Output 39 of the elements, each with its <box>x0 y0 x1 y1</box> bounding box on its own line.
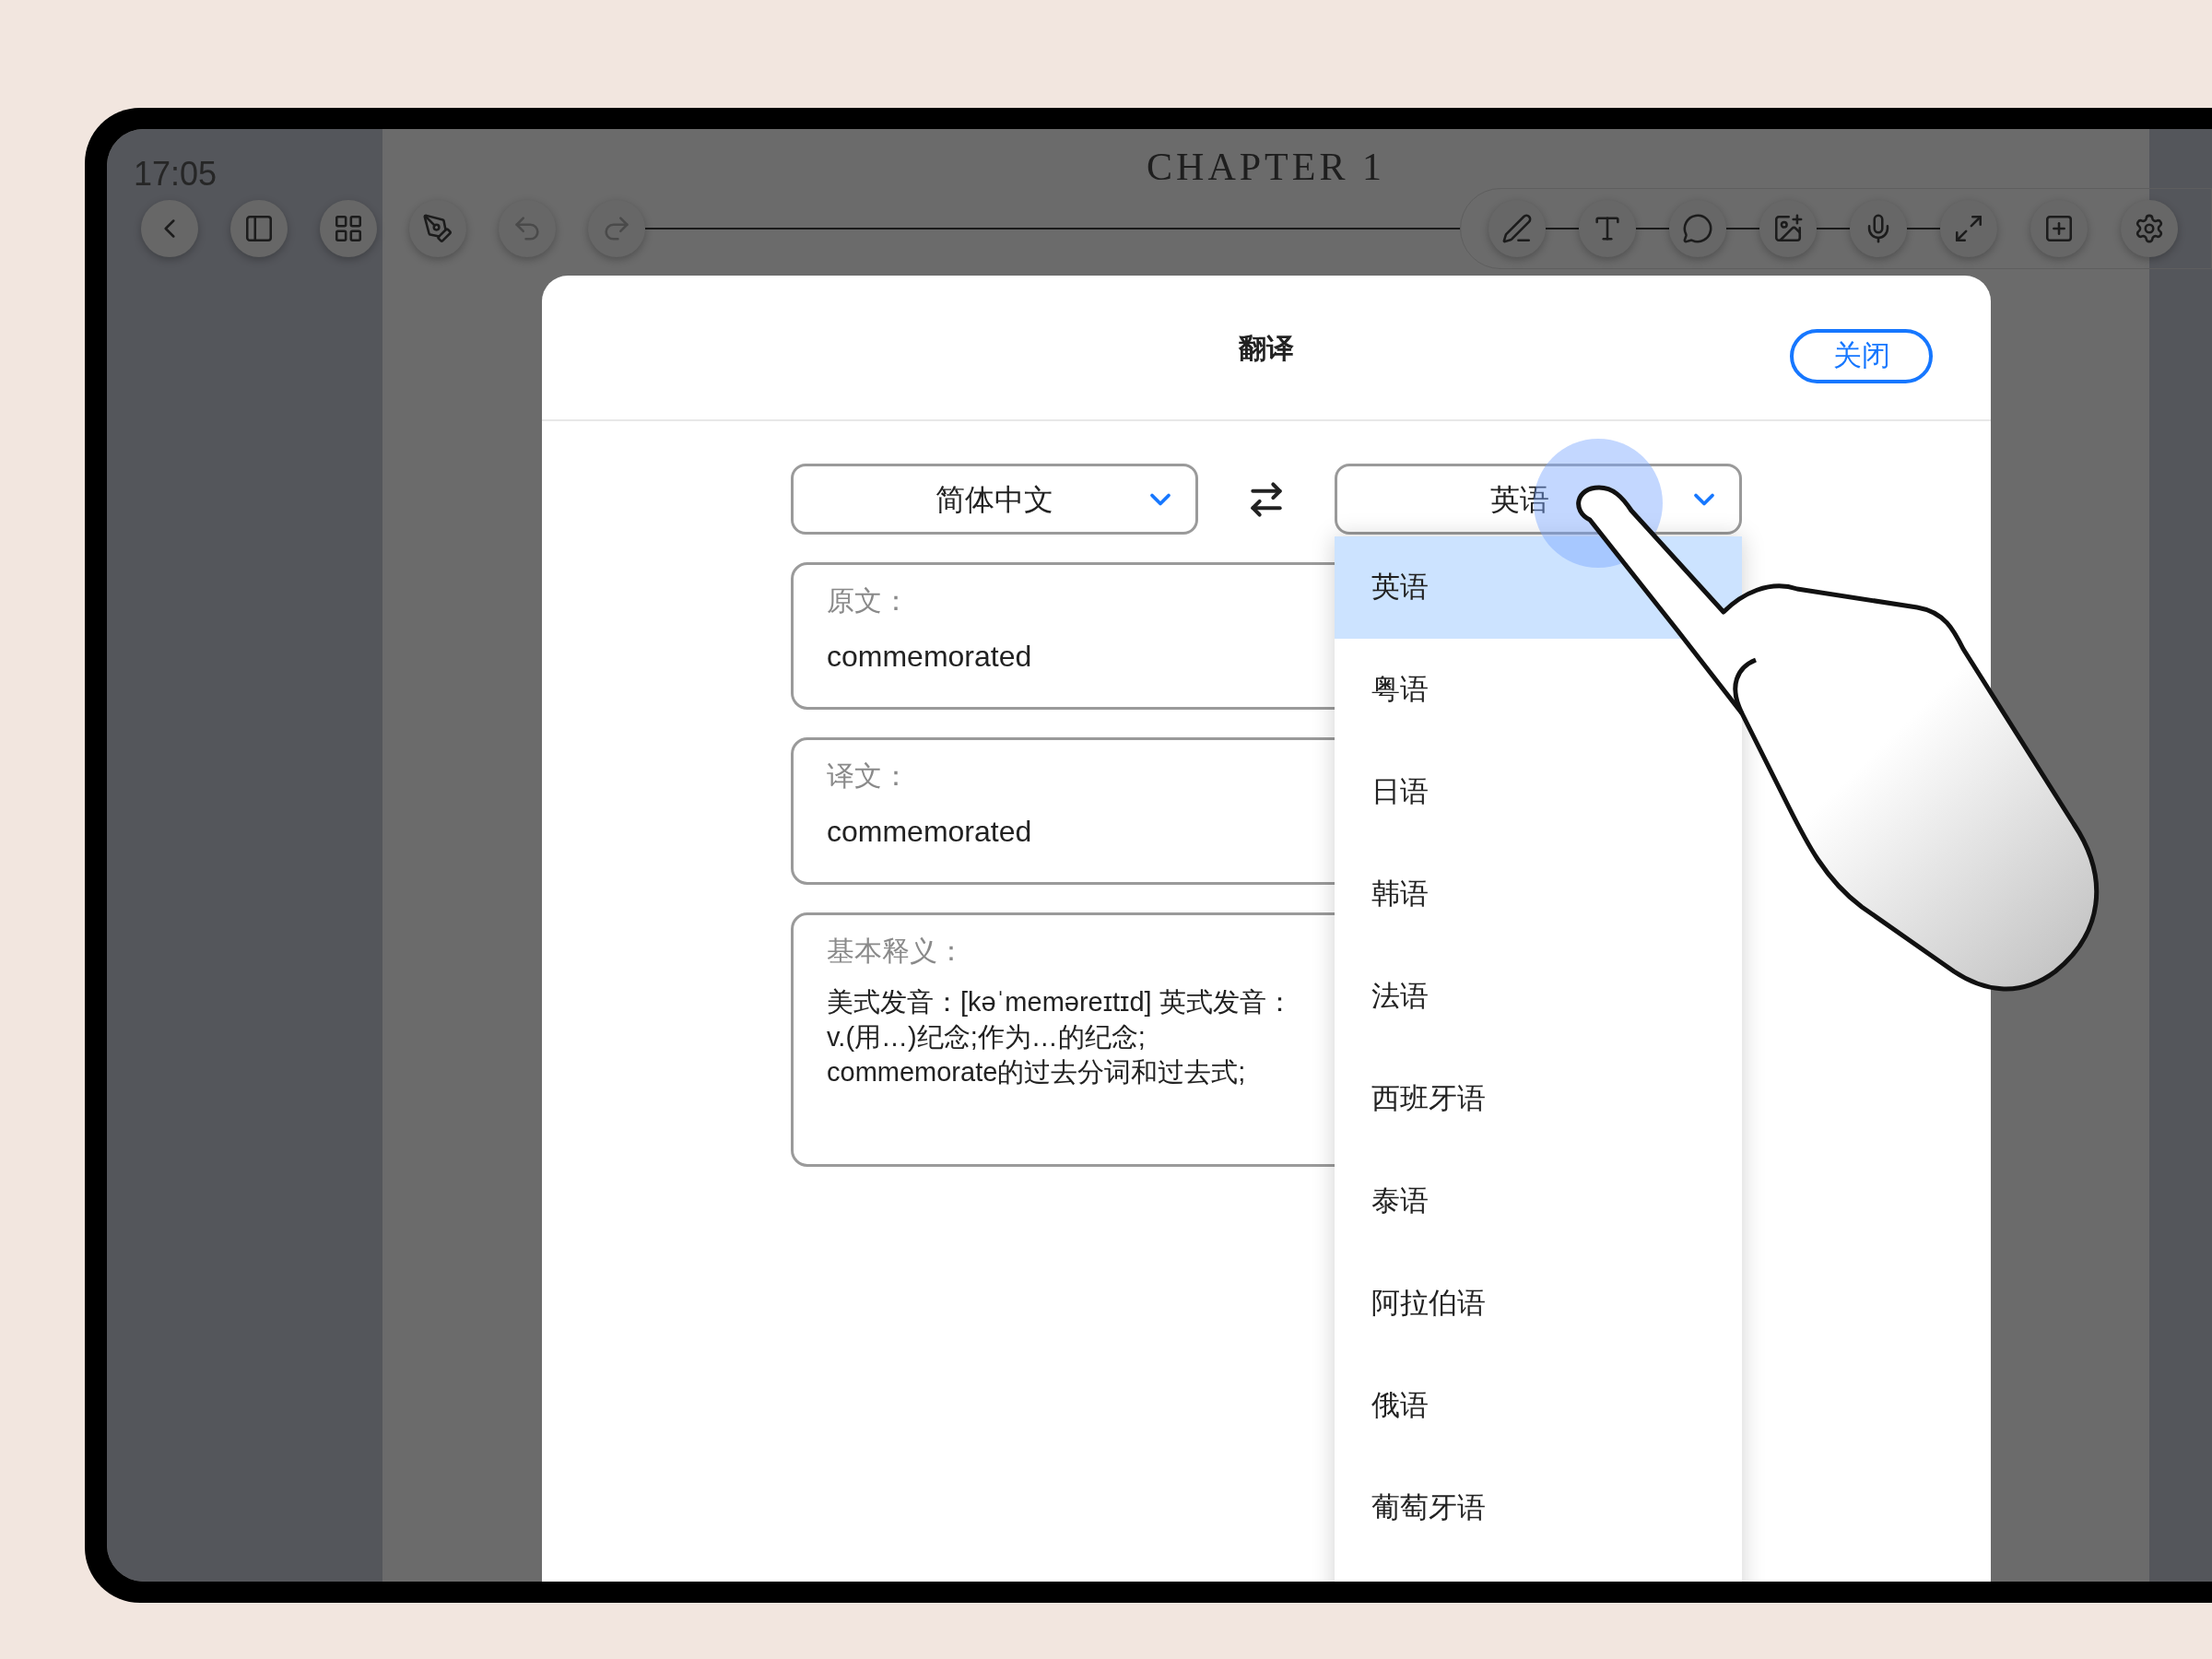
settings-icon <box>2134 213 2165 244</box>
microphone-button[interactable] <box>1850 200 1907 257</box>
add-image-button[interactable] <box>1759 200 1817 257</box>
language-option[interactable]: 阿拉伯语 <box>1335 1253 1742 1355</box>
language-option[interactable]: 俄语 <box>1335 1355 1742 1457</box>
image-plus-icon <box>1772 213 1804 244</box>
expand-icon <box>1953 213 1984 244</box>
language-option[interactable]: 泰语 <box>1335 1150 1742 1253</box>
language-option[interactable]: 法语 <box>1335 946 1742 1048</box>
add-page-button[interactable] <box>2030 200 2088 257</box>
pen-nib-icon <box>422 213 453 244</box>
pen-nib-button[interactable] <box>409 200 466 257</box>
settings-button[interactable] <box>2121 200 2178 257</box>
comment-button[interactable] <box>1669 200 1726 257</box>
dialog-title: 翻译 <box>1239 331 1294 365</box>
add-page-icon <box>2043 213 2075 244</box>
close-button[interactable]: 关闭 <box>1790 329 1933 383</box>
definition-line: v.(用…)纪念;作为…的纪念; <box>827 1021 1146 1053</box>
section-text: commemorated <box>827 639 1032 675</box>
language-option[interactable]: 韩语 <box>1335 843 1742 946</box>
section-text: commemorated <box>827 814 1032 850</box>
language-option[interactable]: 粤语 <box>1335 639 1742 741</box>
text-box-button[interactable] <box>1579 200 1636 257</box>
source-language-select[interactable]: 简体中文 <box>791 464 1198 535</box>
panel-icon <box>243 213 275 244</box>
definition-line: commemorate的过去分词和过去式; <box>827 1056 1246 1088</box>
section-label: 原文： <box>827 584 910 618</box>
section-label: 基本释义： <box>827 935 965 968</box>
pen-icon <box>1501 213 1533 244</box>
chat-bubble-icon <box>1682 213 1713 244</box>
section-label: 译文： <box>827 759 910 793</box>
language-option[interactable]: 日语 <box>1335 741 1742 843</box>
language-option[interactable]: 葡萄牙语 <box>1335 1457 1742 1559</box>
language-option[interactable]: 西班牙语 <box>1335 1048 1742 1150</box>
chapter-title: CHAPTER 1 <box>1146 145 1386 190</box>
grid-icon <box>333 213 364 244</box>
definition-line: 美式发音：[kəˈmeməreɪtɪd] 英式发音： <box>827 986 1293 1018</box>
expand-button[interactable] <box>1940 200 1997 257</box>
pen-button[interactable] <box>1488 200 1546 257</box>
